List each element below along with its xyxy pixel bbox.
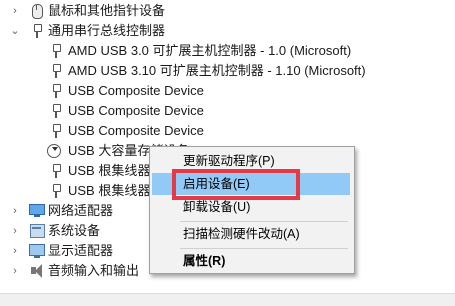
- status-bar: [0, 293, 455, 306]
- usb-icon: [52, 64, 61, 78]
- tree-item[interactable]: AMD USB 3.0 可扩展主机控制器 - 1.0 (Microsoft): [0, 41, 455, 61]
- usb-icon: [52, 84, 61, 98]
- network-adapter-icon: [29, 204, 45, 218]
- tree-group-usb[interactable]: ⌄ 通用串行总线控制器: [0, 21, 455, 41]
- tree-item-label: AMD USB 3.10 可扩展主机控制器 - 1.10 (Microsoft): [68, 63, 366, 78]
- speaker-icon: [29, 264, 45, 278]
- menu-item-label: 扫描检测硬件改动(A): [183, 227, 300, 241]
- context-menu: 更新驱动程序(P) 启用设备(E) 卸载设备(U) 扫描检测硬件改动(A) 属性…: [149, 146, 355, 274]
- usb-icon: [33, 24, 42, 38]
- tree-item[interactable]: AMD USB 3.10 可扩展主机控制器 - 1.10 (Microsoft): [0, 61, 455, 81]
- usb-icon: [52, 184, 61, 198]
- chevron-right-icon[interactable]: ›: [10, 201, 20, 221]
- tree-item-label: USB Composite Device: [68, 123, 204, 138]
- menu-separator: [180, 221, 348, 222]
- mouse-icon: [29, 4, 45, 19]
- menu-item-properties[interactable]: 属性(R): [152, 250, 350, 272]
- chevron-right-icon[interactable]: ›: [10, 221, 20, 241]
- menu-item-scan-hardware[interactable]: 扫描检测硬件改动(A): [152, 223, 350, 245]
- display-adapter-icon: [29, 244, 45, 258]
- system-device-icon: [29, 224, 45, 238]
- tree-item[interactable]: USB Composite Device: [0, 101, 455, 121]
- tree-item-label: USB Composite Device: [68, 83, 204, 98]
- tree-item[interactable]: USB Composite Device: [0, 121, 455, 141]
- tree-group-label: 网络适配器: [48, 203, 114, 218]
- tree-group-label: 系统设备: [48, 223, 101, 238]
- usb-icon: [52, 104, 61, 118]
- tree-group-label: 音频输入和输出: [48, 263, 140, 278]
- usb-icon: [52, 164, 61, 178]
- disabled-device-icon: [47, 144, 61, 158]
- tree-item[interactable]: USB Composite Device: [0, 81, 455, 101]
- menu-item-label: 属性(R): [183, 254, 226, 268]
- usb-icon: [52, 124, 61, 138]
- chevron-right-icon[interactable]: ›: [10, 261, 20, 281]
- tree-item-label: AMD USB 3.0 可扩展主机控制器 - 1.0 (Microsoft): [68, 43, 352, 58]
- tree-item-label: USB Composite Device: [68, 103, 204, 118]
- chevron-down-icon[interactable]: ⌄: [10, 21, 20, 41]
- chevron-right-icon[interactable]: ›: [10, 1, 20, 21]
- tree-group-label: 通用串行总线控制器: [48, 23, 166, 38]
- chevron-right-icon[interactable]: ›: [10, 241, 20, 261]
- tree-group-label: 显示适配器: [48, 243, 114, 258]
- highlight-annotation-box: [172, 169, 300, 200]
- usb-icon: [52, 44, 61, 58]
- tree-group-mice[interactable]: › 鼠标和其他指针设备: [0, 1, 455, 21]
- tree-group-label: 鼠标和其他指针设备: [48, 3, 166, 18]
- menu-separator: [180, 248, 348, 249]
